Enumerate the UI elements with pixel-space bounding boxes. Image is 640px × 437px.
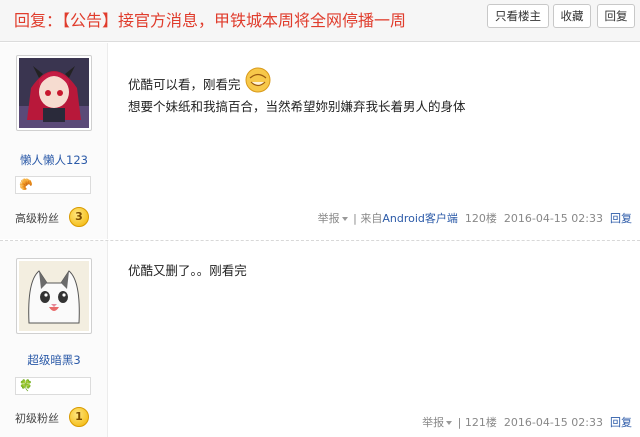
smiley-emoji-icon (245, 67, 270, 93)
chevron-down-icon[interactable] (341, 217, 348, 221)
post-content: 优酷可以看，刚看完 想要个妹纸和我搞百合，当然希望妳别嫌弃我长着男人的身体 (128, 67, 466, 118)
post-line: 优酷又删了。。刚看完 (128, 263, 247, 278)
post-reply-link[interactable]: 回复 (610, 416, 632, 429)
avatar[interactable] (16, 55, 92, 131)
chevron-down-icon[interactable] (446, 421, 453, 425)
avatar-image (19, 261, 89, 331)
report-link[interactable]: 举报 (318, 212, 340, 225)
floor-number: | 121楼 (457, 416, 497, 429)
report-link[interactable]: 举报 (422, 416, 444, 429)
post-meta: 举报 | 121楼 2016-04-15 02:33 回复 (422, 414, 632, 430)
post-time: 2016-04-15 02:33 (503, 212, 603, 225)
post-121: 超级暗黑3 🍀 初级粉丝 1 优酷又删了。。刚看完 举报 | 121楼 2016… (0, 241, 640, 437)
user-badge: 🍀 (15, 377, 91, 395)
post-content: 优酷又删了。。刚看完 (128, 260, 247, 282)
source-link[interactable]: Android客户端 (382, 212, 458, 225)
clover-icon: 🍀 (19, 379, 33, 392)
thread-title: 回复：【公告】接官方消息，甲铁城本周将全网停播一周 (14, 11, 407, 30)
post-120: 懒人懒人123 🥐 高级粉丝 3 优酷可以看，刚看完 想要个妹纸和我搞百合，当然… (0, 43, 640, 239)
user-sidebar: 懒人懒人123 🥐 高级粉丝 3 (0, 43, 108, 239)
reply-button[interactable]: 回复 (597, 4, 635, 28)
level-label: 高级粉丝 (15, 212, 59, 225)
avatar-image (19, 58, 89, 128)
level-label: 初级粉丝 (15, 412, 59, 425)
avatar[interactable] (16, 258, 92, 334)
post-text: 优酷可以看，刚看完 (128, 77, 241, 92)
username[interactable]: 超级暗黑3 (0, 352, 108, 368)
croissant-icon: 🥐 (19, 178, 33, 191)
fan-level: 高级粉丝 3 (15, 207, 91, 227)
post-meta: 举报 | 来自Android客户端 120楼 2016-04-15 02:33 … (318, 210, 632, 226)
username[interactable]: 懒人懒人123 (0, 152, 108, 168)
user-sidebar: 超级暗黑3 🍀 初级粉丝 1 (0, 241, 108, 437)
favorite-button[interactable]: 收藏 (553, 4, 591, 28)
post-line: 想要个妹纸和我搞百合，当然希望妳别嫌弃我长着男人的身体 (128, 99, 466, 114)
source-prefix: | 来自 (353, 212, 383, 225)
level-badge-icon: 1 (69, 407, 89, 427)
only-op-button[interactable]: 只看楼主 (487, 4, 549, 28)
post-time: 2016-04-15 02:33 (503, 416, 603, 429)
user-badge: 🥐 (15, 176, 91, 194)
level-badge-icon: 3 (69, 207, 89, 227)
thread-header: 回复：【公告】接官方消息，甲铁城本周将全网停播一周 只看楼主 收藏 回复 (0, 0, 640, 42)
floor-number: 120楼 (464, 212, 497, 225)
fan-level: 初级粉丝 1 (15, 407, 91, 427)
post-reply-link[interactable]: 回复 (610, 212, 632, 225)
post-line: 优酷可以看，刚看完 (128, 67, 466, 96)
